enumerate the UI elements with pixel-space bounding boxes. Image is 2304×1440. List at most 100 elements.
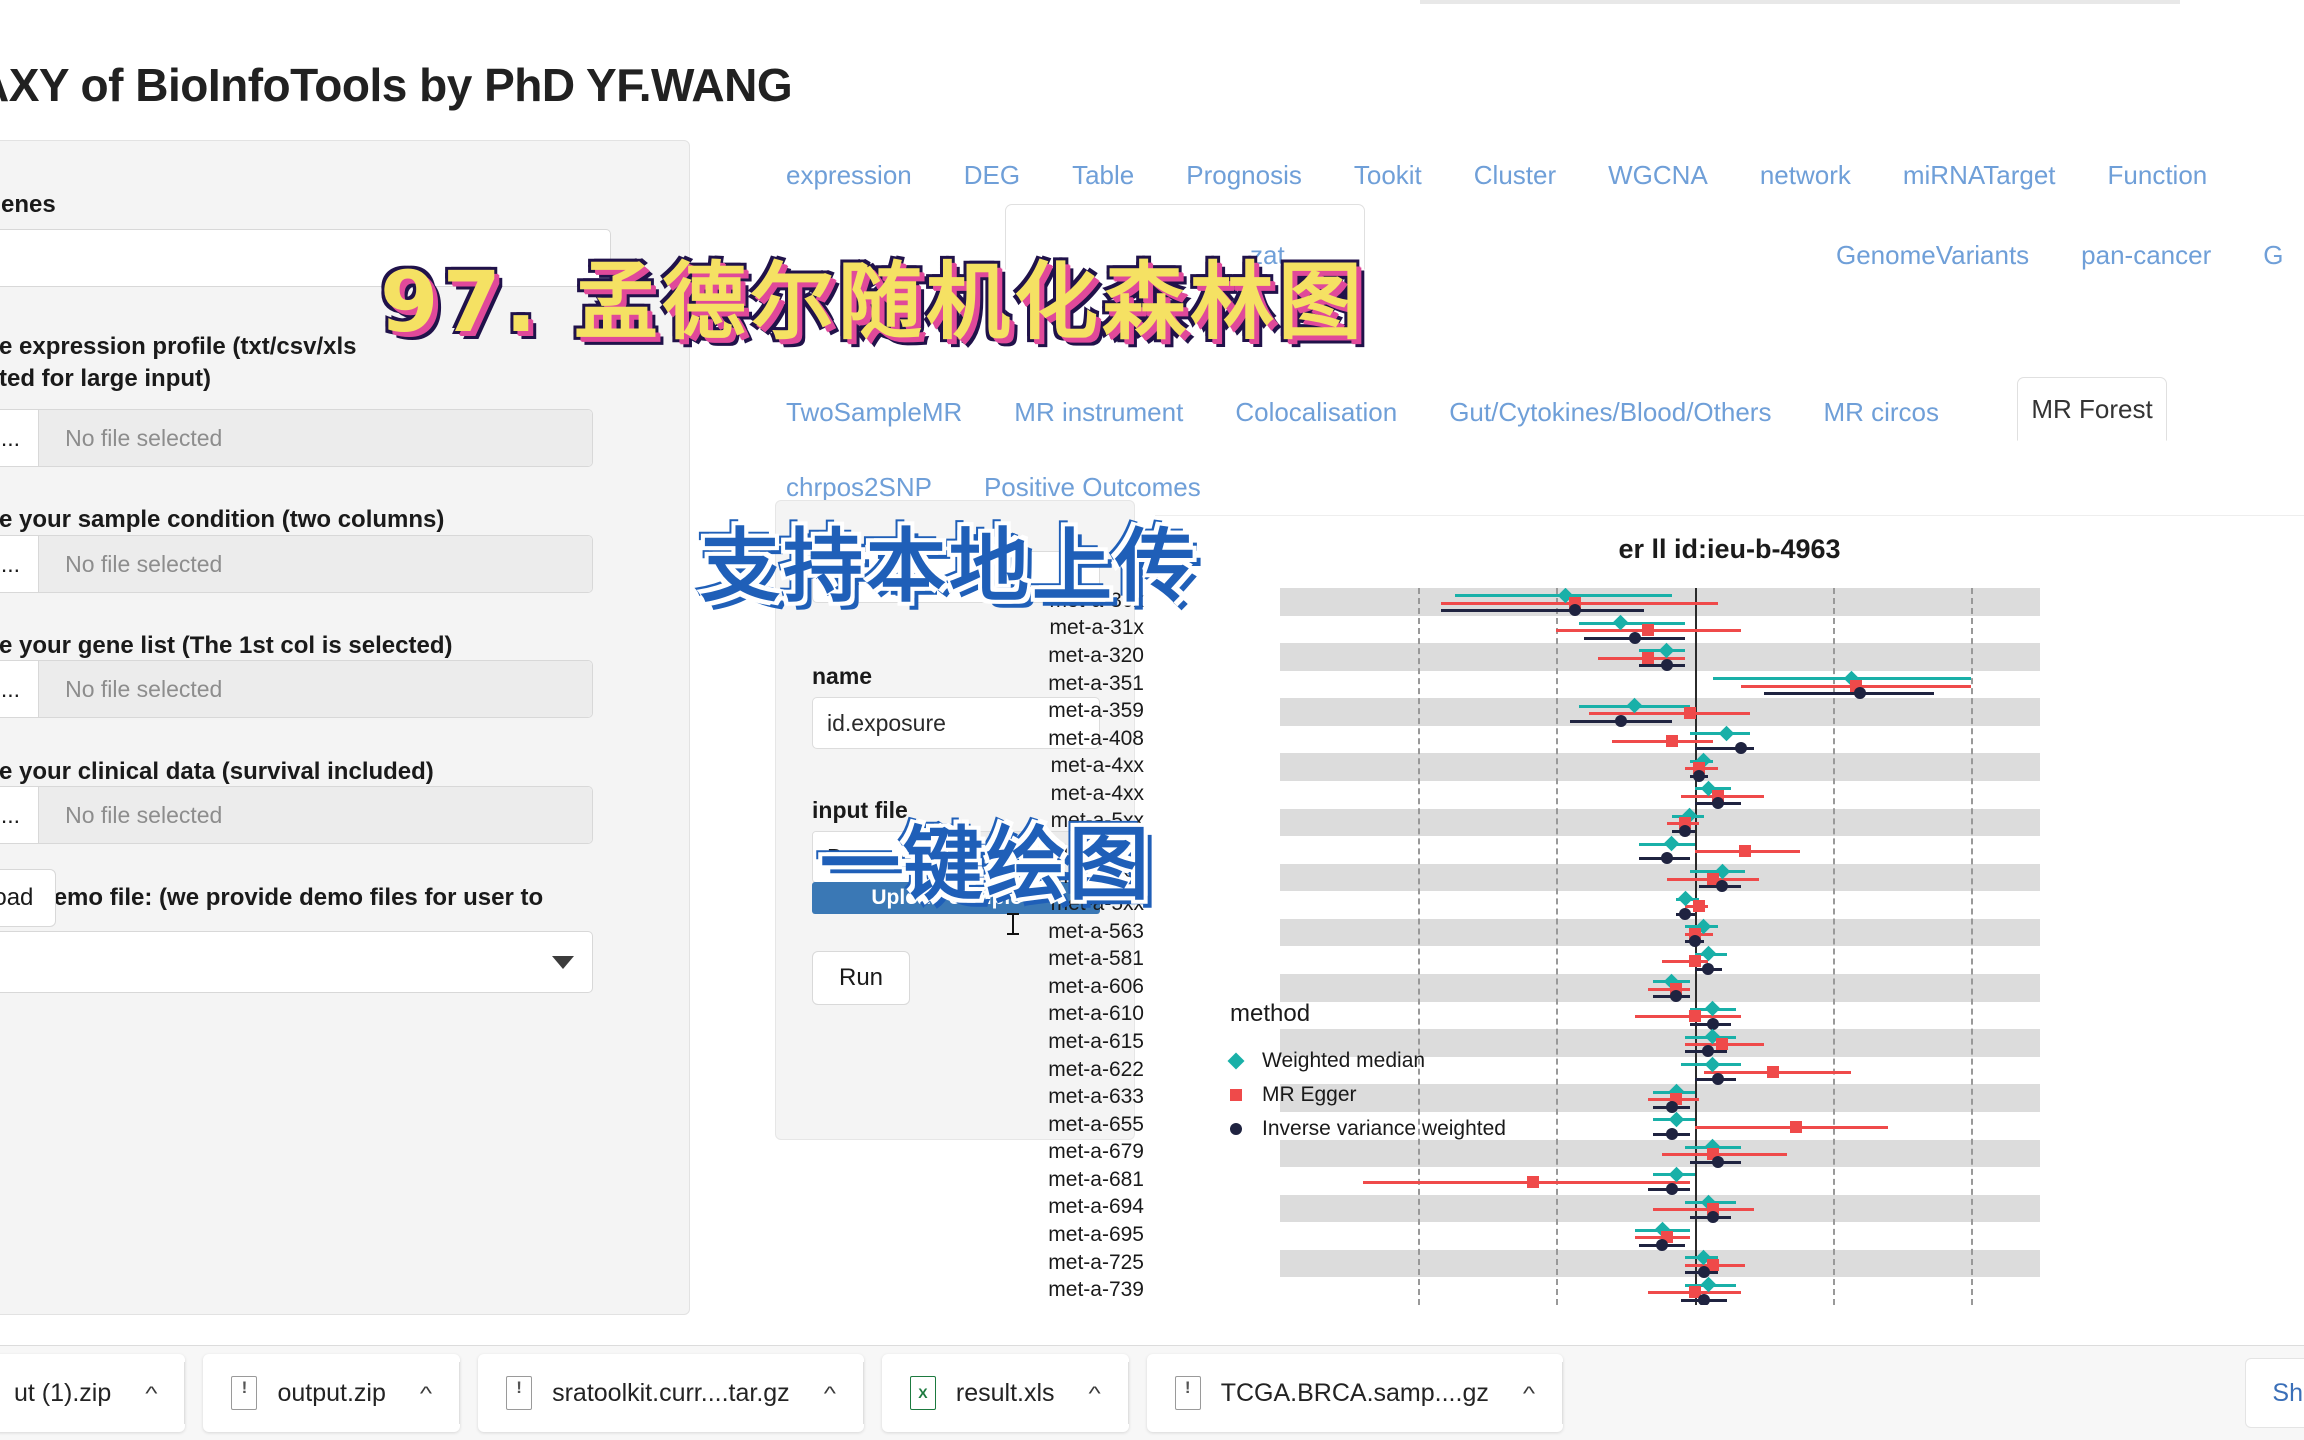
- clinical-data-file-input[interactable]: wse... No file selected: [0, 786, 593, 844]
- forest-point-marker: [1711, 797, 1724, 810]
- nav-tab-mr-instrument[interactable]: MR instrument: [988, 397, 1209, 428]
- nav-tab-expression[interactable]: expression: [760, 160, 938, 191]
- nav-tab-deg[interactable]: DEG: [938, 160, 1046, 191]
- forest-y-label: met-a-5xx: [1050, 836, 1144, 860]
- nav-tab-gut-cytokines[interactable]: Gut/Cytokines/Blood/Others: [1423, 397, 1797, 428]
- download-item-3[interactable]: result.xls ^: [881, 1354, 1129, 1432]
- show-all-downloads-button[interactable]: Sh: [2245, 1358, 2304, 1428]
- download-name-0: ut (1).zip: [14, 1378, 112, 1407]
- forest-y-label: met-a-622: [1048, 1057, 1144, 1081]
- sample-condition-filename: No file selected: [39, 536, 592, 592]
- chevron-up-icon-4[interactable]: ^: [1523, 1381, 1535, 1404]
- chevron-up-icon-0[interactable]: ^: [145, 1381, 157, 1404]
- nav-tab-genomevariants[interactable]: GenomeVariants: [1810, 240, 2055, 271]
- sample-condition-label: e your sample condition (two columns): [0, 506, 445, 533]
- clinical-data-browse-button[interactable]: wse...: [0, 787, 40, 843]
- nav-tab-positive-outcomes[interactable]: Positive Outcomes: [958, 472, 1227, 503]
- forest-plot: er ll id:ieu-b-4963 met-a-30x met-a-31x me…: [1048, 515, 2304, 1320]
- expression-profile-label: e expression profile (txt/csv/xls ted fo…: [0, 333, 357, 393]
- nav-tab-mr-forest-active[interactable]: MR Forest: [2017, 377, 2167, 441]
- forest-point-marker: [1663, 835, 1680, 852]
- gene-list-browse-button[interactable]: wse...: [0, 661, 40, 717]
- name-input-value: id.exposure: [827, 709, 946, 736]
- forest-point-marker: [1688, 935, 1701, 948]
- nav-tab-tookit[interactable]: Tookit: [1328, 160, 1448, 191]
- clinical-data-label: e your clinical data (survival included): [0, 758, 434, 785]
- chevron-up-icon-2[interactable]: ^: [824, 1381, 836, 1404]
- nav-tab-function[interactable]: Function: [2082, 160, 2234, 191]
- forest-plot-title: er ll id:ieu-b-4963: [1618, 534, 1841, 564]
- forest-point-marker: [1614, 714, 1627, 727]
- demo-file-select[interactable]: .txt: [0, 931, 593, 993]
- forest-row-band: [1280, 863, 2040, 892]
- forest-ci-line: [1653, 1208, 1755, 1212]
- legend-swatch-mr-egger: [1230, 1089, 1242, 1101]
- nav-tab-wgcna[interactable]: WGCNA: [1582, 160, 1734, 191]
- chevron-up-icon-3[interactable]: ^: [1089, 1381, 1101, 1404]
- forest-y-label: met-a-581: [1048, 947, 1144, 971]
- nav-row-3: TwoSampleMR MR instrument Colocalisation…: [760, 397, 1965, 428]
- nav-tab-colocalisation[interactable]: Colocalisation: [1209, 397, 1423, 428]
- forest-y-label: met-a-679: [1048, 1140, 1144, 1164]
- forest-point-marker: [1711, 1155, 1724, 1168]
- nav-tab-cluster[interactable]: Cluster: [1448, 160, 1582, 191]
- sample-condition-browse-button[interactable]: wse...: [0, 536, 40, 592]
- forest-y-label: met-a-739: [1048, 1278, 1144, 1302]
- legend-label-weighted-median: Weighted median: [1262, 1049, 1426, 1072]
- forest-point-marker: [1697, 1293, 1710, 1305]
- forest-point-marker: [1668, 1111, 1684, 1128]
- nav-tab-pan-cancer[interactable]: pan-cancer: [2055, 240, 2237, 271]
- download-demo-button[interactable]: ownload: [0, 869, 57, 927]
- forest-row-band: [1280, 753, 2040, 782]
- input-file-browse-button[interactable]: Browse...: [813, 832, 938, 882]
- forest-row-band: [1280, 808, 2040, 837]
- forest-point-marker: [1734, 742, 1747, 755]
- download-name-2: sratoolkit.curr....tar.gz: [552, 1378, 790, 1407]
- nav-tab-visualization-label: zat: [1250, 240, 1285, 270]
- forest-point-marker: [1642, 651, 1655, 664]
- forest-ci-line: [1611, 739, 1713, 743]
- nav-tab-network[interactable]: network: [1734, 160, 1877, 191]
- forest-point-marker: [1706, 1017, 1719, 1030]
- nav-row-4: chrpos2SNP Positive Outcomes: [760, 472, 1227, 503]
- forest-gridline: [1832, 588, 1835, 1305]
- forest-point-marker: [1706, 1210, 1719, 1223]
- forest-y-label: met-a-5xx: [1050, 892, 1144, 916]
- download-item-2[interactable]: sratoolkit.curr....tar.gz ^: [478, 1354, 864, 1432]
- nav-tab-g[interactable]: G: [2237, 240, 2304, 271]
- legend-title: method: [1230, 1000, 1311, 1027]
- nav-tab-visualization-pill[interactable]: [1005, 204, 1365, 270]
- expression-profile-file-input[interactable]: wse... No file selected: [0, 409, 593, 467]
- search-input[interactable]: [0, 229, 611, 287]
- forest-point-marker: [1660, 852, 1673, 865]
- nav-tab-prognosis[interactable]: Prognosis: [1160, 160, 1328, 191]
- forest-gridline: [1556, 588, 1559, 1305]
- download-item-1[interactable]: output.zip ^: [203, 1354, 461, 1432]
- expression-profile-browse-button[interactable]: wse...: [0, 410, 40, 466]
- gut-input-value: gut: [827, 563, 859, 590]
- nav-tab-chrpos2snp[interactable]: chrpos2SNP: [760, 472, 958, 503]
- chevron-up-icon-1[interactable]: ^: [420, 1381, 432, 1404]
- forest-point-marker: [1766, 1065, 1779, 1078]
- nav-tab-mirnatarget[interactable]: miRNATarget: [1877, 160, 2082, 191]
- download-item-0[interactable]: ut (1).zip ^: [0, 1354, 186, 1432]
- nav-tab-twosamplemr[interactable]: TwoSampleMR: [760, 397, 988, 428]
- nav-tab-mr-circos[interactable]: MR circos: [1797, 397, 1965, 428]
- nav-tab-table[interactable]: Table: [1046, 160, 1160, 191]
- forest-point-marker: [1739, 844, 1752, 857]
- name-field-label: name: [812, 663, 873, 689]
- download-item-4[interactable]: TCGA.BRCA.samp....gz ^: [1146, 1354, 1564, 1432]
- archive-file-icon: [1174, 1376, 1201, 1410]
- forest-y-label: met-a-694: [1048, 1195, 1144, 1219]
- sample-condition-file-input[interactable]: wse... No file selected: [0, 535, 593, 593]
- forest-point-marker: [1702, 962, 1715, 975]
- forest-y-label: met-a-30x: [1049, 588, 1144, 612]
- nav-row-2: GenomeVariants pan-cancer G: [1810, 240, 2304, 271]
- forest-point-marker: [1688, 955, 1701, 968]
- gene-list-file-input[interactable]: wse... No file selected: [0, 660, 593, 718]
- forest-point-marker: [1642, 624, 1655, 637]
- run-button[interactable]: Run: [812, 951, 911, 1005]
- forest-point-marker: [1854, 686, 1867, 699]
- forest-point-marker: [1665, 1128, 1678, 1141]
- download-name-3: result.xls: [955, 1378, 1055, 1407]
